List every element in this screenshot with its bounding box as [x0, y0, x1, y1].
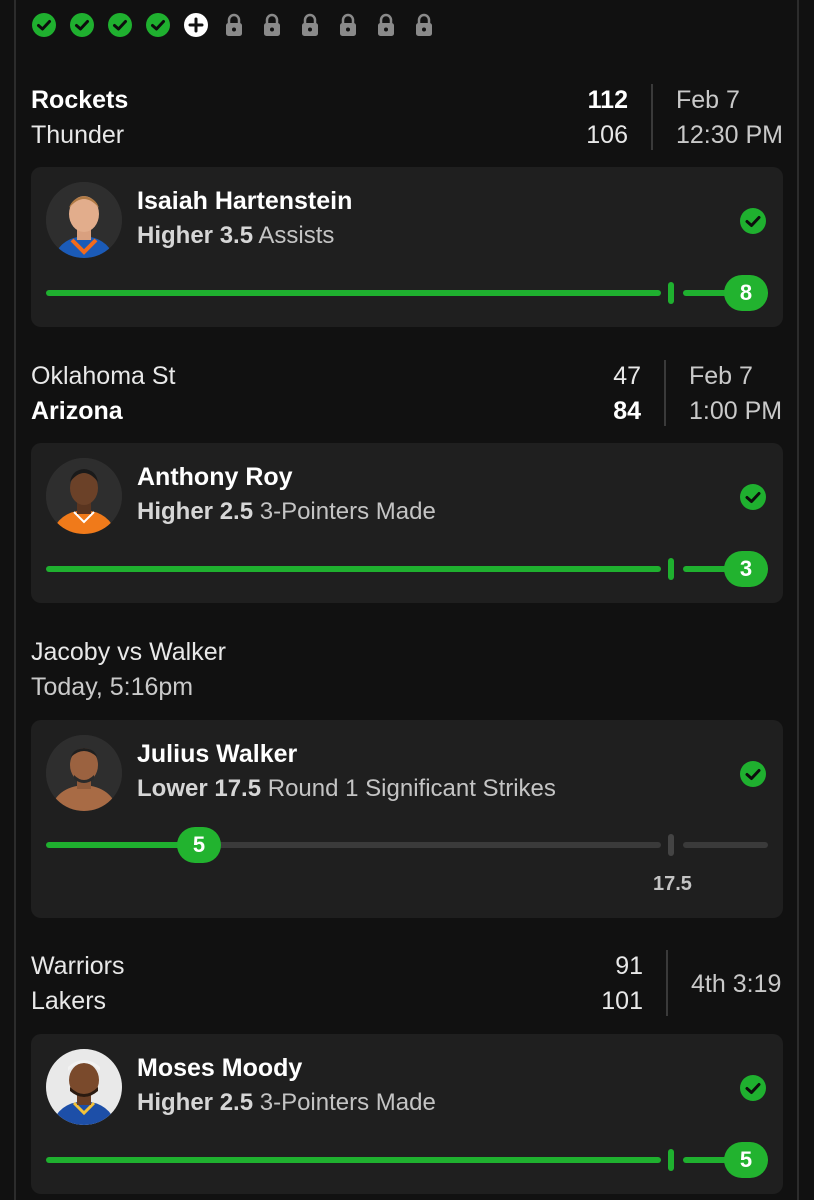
- player-avatar: [46, 182, 122, 258]
- player-name: Anthony Roy: [137, 463, 293, 491]
- check-icon: [31, 12, 57, 38]
- pick-stat: Round 1 Significant Strikes: [267, 775, 556, 802]
- check-icon: [69, 12, 95, 38]
- check-icon: [107, 12, 133, 38]
- lock-icon: [259, 12, 285, 38]
- player-name: Isaiah Hartenstein: [137, 187, 353, 215]
- pick-line-value: 2.5: [219, 498, 254, 525]
- pick-stat: 3-Pointers Made: [259, 1089, 436, 1116]
- pick-card[interactable]: Isaiah Hartenstein Higher 3.5 Assists 8: [31, 167, 783, 327]
- line-marker: [668, 834, 674, 856]
- plus-icon[interactable]: [183, 12, 209, 38]
- pick-direction: Higher: [137, 498, 214, 525]
- result-badge: 5: [724, 1142, 768, 1178]
- pick-direction: Lower: [137, 775, 208, 802]
- pick-card[interactable]: Anthony Roy Higher 2.5 3-Pointers Made 3: [31, 443, 783, 603]
- team-name: Arizona: [31, 397, 123, 425]
- game-time: 1:00 PM: [689, 397, 783, 425]
- pick-line: Higher 2.5 3-Pointers Made: [137, 1089, 436, 1117]
- team-name: Lakers: [31, 987, 107, 1015]
- divider: [664, 360, 666, 426]
- event-title: Jacoby vs Walker: [31, 638, 226, 666]
- player-avatar: [46, 458, 122, 534]
- pick-line: Higher 3.5 Assists: [137, 222, 334, 250]
- player-avatar: [46, 735, 122, 811]
- lock-icon: [335, 12, 361, 38]
- lock-icon: [221, 12, 247, 38]
- pick-direction: Higher: [137, 1089, 214, 1116]
- progress-track: [46, 566, 661, 572]
- check-circle-icon: [739, 1074, 767, 1102]
- team-score: 101: [601, 987, 643, 1015]
- lock-icon: [297, 12, 323, 38]
- pick-line: Lower 17.5 Round 1 Significant Strikes: [137, 775, 556, 803]
- result-badge: 5: [177, 827, 221, 863]
- team-score: 84: [613, 397, 641, 425]
- pick-direction: Higher: [137, 222, 214, 249]
- team-name: Rockets: [31, 86, 129, 114]
- player-name: Julius Walker: [137, 740, 298, 768]
- progress-track: [46, 290, 661, 296]
- check-circle-icon: [739, 207, 767, 235]
- result-badge: 3: [724, 551, 768, 587]
- pick-line-value: 3.5: [219, 222, 254, 249]
- team-name: Oklahoma St: [31, 362, 176, 390]
- progress-track-over: [683, 842, 768, 848]
- team-score: 112: [587, 86, 628, 114]
- team-score: 106: [586, 121, 628, 149]
- game-header[interactable]: Warriors Lakers 91 101 4th 3:19: [31, 950, 783, 1030]
- divider: [666, 950, 668, 1016]
- team-name: Thunder: [31, 121, 125, 149]
- pick-stat: Assists: [258, 222, 335, 249]
- pick-line-value: 17.5: [214, 775, 262, 802]
- check-icon: [145, 12, 171, 38]
- game-date: Feb 7: [689, 362, 753, 390]
- frame-right-border: [797, 0, 799, 1200]
- line-marker: [668, 558, 674, 580]
- check-circle-icon: [739, 483, 767, 511]
- team-name: Warriors: [31, 952, 125, 980]
- pick-line: Higher 2.5 3-Pointers Made: [137, 498, 436, 526]
- progress-track-remaining: [201, 842, 661, 848]
- pick-stat: 3-Pointers Made: [259, 498, 436, 525]
- pick-card[interactable]: Moses Moody Higher 2.5 3-Pointers Made 5: [31, 1034, 783, 1194]
- game-clock: 4th 3:19: [691, 970, 782, 998]
- line-label: 17.5: [653, 873, 692, 895]
- line-marker: [668, 282, 674, 304]
- frame-left-border: [14, 0, 16, 1200]
- game-header[interactable]: Rockets Thunder 112 106 Feb 7 12:30 PM: [31, 84, 783, 164]
- player-name: Moses Moody: [137, 1054, 303, 1082]
- team-score: 91: [615, 952, 643, 980]
- divider: [651, 84, 653, 150]
- result-badge: 8: [724, 275, 768, 311]
- line-marker: [668, 1149, 674, 1171]
- pick-line-value: 2.5: [219, 1089, 254, 1116]
- game-time: 12:30 PM: [676, 121, 784, 149]
- event-time: Today, 5:16pm: [31, 673, 194, 701]
- pick-card[interactable]: Julius Walker Lower 17.5 Round 1 Signifi…: [31, 720, 783, 918]
- game-header[interactable]: Oklahoma St Arizona 47 84 Feb 7 1:00 PM: [31, 360, 783, 440]
- player-avatar: [46, 1049, 122, 1125]
- team-score: 47: [613, 362, 641, 390]
- game-date: Feb 7: [676, 86, 740, 114]
- progress-track: [46, 1157, 661, 1163]
- check-circle-icon: [739, 760, 767, 788]
- lock-icon: [373, 12, 399, 38]
- lock-icon: [411, 12, 437, 38]
